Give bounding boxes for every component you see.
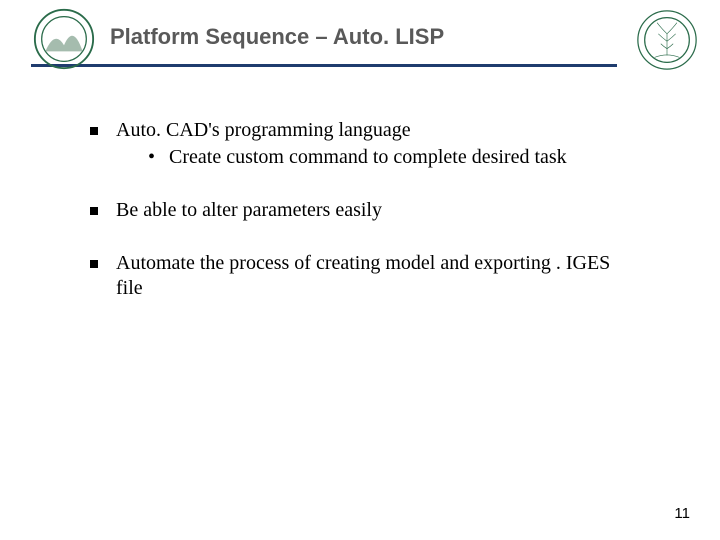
- seal-left-icon: [33, 8, 95, 70]
- seal-right-icon: [636, 9, 698, 71]
- bullet-level2: • Create custom command to complete desi…: [148, 145, 630, 170]
- bullet-text: Auto. CAD's programming language: [116, 119, 411, 141]
- square-bullet-icon: [90, 260, 98, 268]
- title-underline: [31, 64, 617, 67]
- bullet-level1: Auto. CAD's programming language • Creat…: [90, 118, 630, 170]
- slide-body: Auto. CAD's programming language • Creat…: [90, 118, 630, 301]
- slide-header: Platform Sequence – Auto. LISP: [0, 18, 720, 88]
- slide-title: Platform Sequence – Auto. LISP: [110, 24, 444, 50]
- bullet-text: Create custom command to complete desire…: [169, 145, 567, 170]
- square-bullet-icon: [90, 127, 98, 135]
- square-bullet-icon: [90, 207, 98, 215]
- slide: Platform Sequence – Auto. LISP: [0, 0, 720, 540]
- bullet-text: Be able to alter parameters easily: [116, 199, 382, 221]
- page-number: 11: [674, 505, 690, 522]
- dot-bullet-icon: •: [148, 145, 155, 170]
- bullet-level1: Automate the process of creating model a…: [90, 251, 630, 301]
- bullet-text: Automate the process of creating model a…: [116, 252, 610, 299]
- bullet-level1: Be able to alter parameters easily: [90, 198, 630, 223]
